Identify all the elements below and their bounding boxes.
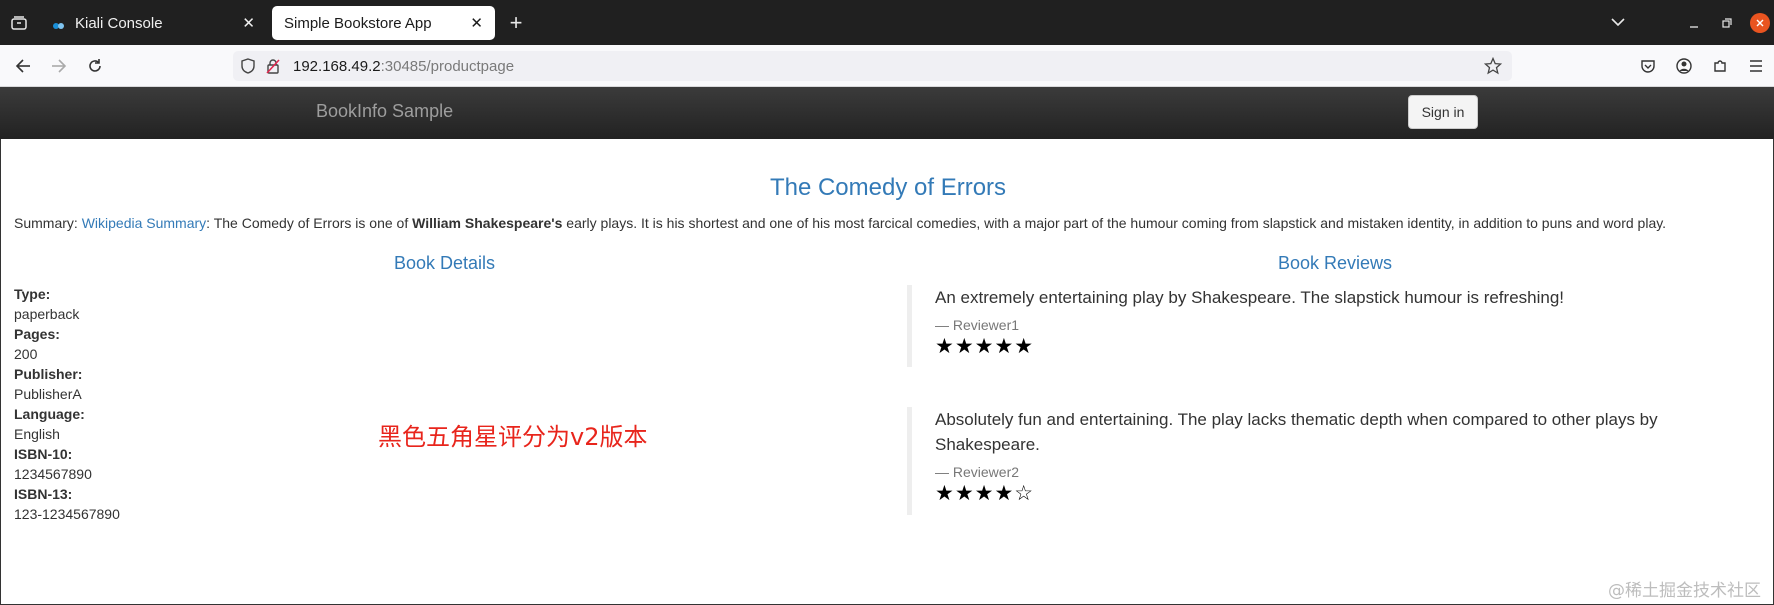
- close-tab-icon[interactable]: ✕: [470, 14, 483, 32]
- isbn10-label: ISBN-10:: [14, 446, 73, 462]
- url-text: 192.168.49.2:30485/productpage: [293, 58, 514, 75]
- type-label: Type:: [14, 286, 51, 302]
- browser-nav-bar: 192.168.49.2:30485/productpage: [0, 45, 1774, 87]
- summary-author: William Shakespeare's: [412, 215, 563, 231]
- pages-label: Pages:: [14, 326, 60, 342]
- shield-icon[interactable]: [241, 58, 255, 79]
- account-icon[interactable]: [1669, 45, 1699, 87]
- review-text: Absolutely fun and entertaining. The pla…: [935, 410, 1658, 454]
- forward-icon[interactable]: [44, 45, 74, 87]
- tab-kiali-console[interactable]: Kiali Console ✕: [41, 6, 267, 40]
- book-title: The Comedy of Errors: [769, 174, 1007, 201]
- address-bar[interactable]: 192.168.49.2:30485/productpage: [233, 51, 1512, 81]
- tab-label: Kiali Console: [75, 14, 163, 32]
- restore-icon[interactable]: [1717, 13, 1737, 33]
- browser-tab-bar: Kiali Console ✕ Simple Bookstore App ✕ +: [0, 0, 1774, 45]
- reload-icon[interactable]: [80, 45, 110, 87]
- close-tab-icon[interactable]: ✕: [242, 14, 255, 32]
- isbn13-label: ISBN-13:: [14, 486, 73, 502]
- annotation-text: 黑色五角星评分为v2版本: [378, 423, 648, 451]
- extensions-icon[interactable]: [1705, 45, 1735, 87]
- reviewer-name: — Reviewer1: [935, 317, 1020, 333]
- summary-text: early plays. It is his shortest and one …: [562, 215, 1667, 231]
- close-window-icon[interactable]: [1750, 13, 1770, 33]
- book-reviews-heading: Book Reviews: [1278, 253, 1393, 273]
- new-tab-button[interactable]: +: [503, 10, 529, 36]
- book-details-heading: Book Details: [394, 253, 496, 273]
- reviewer-name: — Reviewer2: [935, 464, 1020, 480]
- url-host: 192.168.49.2: [293, 58, 381, 75]
- summary-text: : The Comedy of Errors is one of: [206, 215, 413, 231]
- menu-icon[interactable]: [1741, 45, 1771, 87]
- chevron-down-icon[interactable]: [1606, 10, 1630, 34]
- pocket-icon[interactable]: [1633, 45, 1663, 87]
- url-path: :30485/productpage: [380, 58, 515, 75]
- language-label: Language:: [14, 406, 85, 422]
- type-value: paperback: [14, 306, 80, 322]
- review-card: An extremely entertaining play by Shakes…: [907, 285, 1695, 367]
- tab-label: Simple Bookstore App: [284, 14, 432, 32]
- isbn10-value: 1234567890: [14, 466, 92, 482]
- page-content: The Comedy of Errors Summary: Wikipedia …: [0, 139, 1774, 605]
- review-card: Absolutely fun and entertaining. The pla…: [907, 407, 1695, 515]
- back-icon[interactable]: [8, 45, 38, 87]
- isbn13-value: 123-1234567890: [14, 506, 120, 522]
- book-details-list: Type: paperback Pages: 200 Publisher: Pu…: [14, 284, 120, 524]
- summary-prefix: Summary:: [14, 215, 82, 231]
- review-text: An extremely entertaining play by Shakes…: [935, 288, 1565, 307]
- star-rating: ★★★★☆: [935, 482, 1035, 505]
- wikipedia-summary-link[interactable]: Wikipedia Summary: [82, 215, 206, 231]
- language-value: English: [14, 426, 60, 442]
- pages-value: 200: [14, 346, 38, 362]
- star-rating: ★★★★★: [935, 335, 1035, 358]
- tab-simple-bookstore-app[interactable]: Simple Bookstore App ✕: [272, 6, 495, 40]
- publisher-label: Publisher:: [14, 366, 83, 382]
- watermark: @稀土掘金技术社区: [1608, 581, 1761, 601]
- insecure-lock-icon[interactable]: [266, 58, 280, 79]
- site-brand[interactable]: BookInfo Sample: [316, 101, 453, 122]
- bookmark-star-icon[interactable]: [1483, 56, 1503, 80]
- publisher-value: PublisherA: [14, 386, 82, 402]
- site-navbar: BookInfo Sample Sign in: [0, 87, 1774, 139]
- tab-list-icon[interactable]: [6, 10, 32, 36]
- book-summary: Summary: Wikipedia Summary: The Comedy o…: [14, 215, 1666, 231]
- minimize-icon[interactable]: [1684, 14, 1704, 34]
- kiali-favicon-icon: [53, 18, 65, 29]
- sign-in-button[interactable]: Sign in: [1408, 95, 1478, 129]
